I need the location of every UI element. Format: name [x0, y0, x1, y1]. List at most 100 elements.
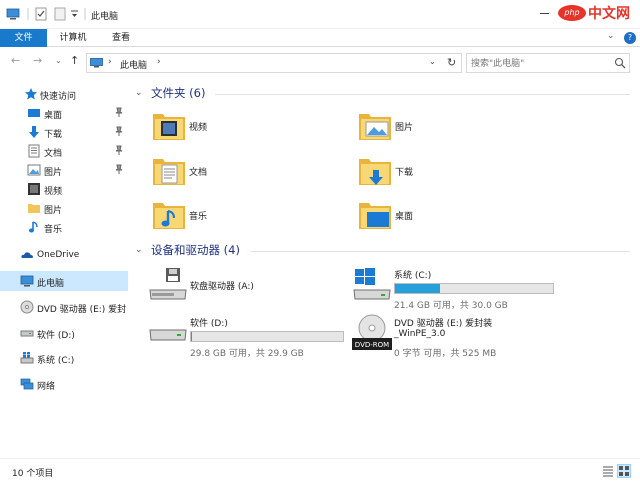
music-folder-icon: [153, 203, 185, 229]
content-area: ⌄ 文件夹 (6) 视频 图片 文档 下载 音乐 桌面 ⌄ 设备和驱动器 (4)…: [131, 80, 640, 458]
drive-name: 系统 (C:): [394, 271, 432, 281]
nav-item-quick-access[interactable]: 快速访问: [0, 84, 128, 104]
search-input[interactable]: [471, 57, 609, 70]
folder-documents[interactable]: 文档: [151, 153, 351, 197]
nav-item-this-pc[interactable]: 此电脑: [0, 271, 128, 291]
recent-locations-button[interactable]: ⌄: [55, 56, 62, 65]
drive-name-line2: _WinPE_3.0: [394, 329, 446, 339]
document-icon: [28, 144, 40, 158]
nav-item-documents[interactable]: 文档: [0, 141, 128, 161]
nav-item-desktop[interactable]: 桌面: [0, 103, 128, 123]
folders-group-header[interactable]: ⌄ 文件夹 (6): [135, 84, 635, 104]
drives-group-header[interactable]: ⌄ 设备和驱动器 (4): [135, 241, 635, 261]
window-title: 此电脑: [91, 12, 119, 22]
nav-label: 网络: [37, 382, 56, 392]
nav-item-software-drive[interactable]: 软件 (D:): [0, 323, 128, 343]
folder-videos[interactable]: 视频: [151, 108, 351, 152]
folder-icon: [28, 204, 40, 213]
download-icon: [29, 126, 39, 138]
drive-software-d[interactable]: 软件 (D:) 29.8 GB 可用，共 29.9 GB: [147, 314, 347, 362]
pin-icon[interactable]: [115, 164, 123, 175]
nav-label: 图片: [44, 206, 63, 216]
nav-label: 视频: [44, 187, 63, 197]
drive-usage-bar: [190, 331, 344, 342]
nav-item-network[interactable]: 网络: [0, 374, 128, 394]
drive-info: 0 字节 可用，共 525 MB: [394, 349, 497, 359]
nav-item-onedrive[interactable]: OneDrive: [0, 245, 128, 265]
folder-label: 图片: [395, 123, 414, 133]
collapse-chevron-icon[interactable]: ⌄: [135, 245, 143, 255]
forward-button[interactable]: →: [33, 54, 42, 67]
tab-computer[interactable]: 计算机: [50, 29, 96, 47]
downloads-folder-icon: [359, 159, 391, 185]
ribbon: 文件 计算机 查看 ⌄ ?: [0, 29, 640, 47]
tab-file[interactable]: 文件: [0, 29, 47, 47]
item-count: 10 个项目: [12, 469, 54, 479]
new-folder-icon[interactable]: [53, 7, 67, 21]
documents-folder-icon: [153, 159, 185, 185]
network-icon: [20, 378, 34, 390]
group-divider: [215, 94, 630, 95]
tab-view[interactable]: 查看: [102, 29, 140, 47]
folder-label: 文档: [189, 168, 208, 178]
watermark: php 中文网: [558, 2, 640, 26]
tiles-view-icon[interactable]: [617, 464, 631, 478]
folder-music[interactable]: 音乐: [151, 197, 351, 241]
nav-label: DVD 驱动器 (E:) 爱封: [37, 305, 127, 315]
drive-usage-fill: [395, 284, 441, 293]
address-dropdown-icon[interactable]: ⌄: [429, 57, 436, 66]
separator-icon: [27, 8, 29, 20]
nav-item-pictures[interactable]: 图片: [0, 160, 128, 180]
nav-item-system-drive[interactable]: 系统 (C:): [0, 348, 128, 368]
nav-item-dvd-drive[interactable]: DVD 驱动器 (E:) 爱封: [0, 297, 128, 317]
breadcrumb-separator[interactable]: ›: [108, 57, 112, 67]
pin-icon[interactable]: [115, 126, 123, 137]
desktop-icon: [28, 109, 40, 117]
nav-label: 音乐: [44, 225, 63, 235]
folder-pictures[interactable]: 图片: [357, 108, 557, 152]
address-bar[interactable]: › 此电脑 › ⌄ ↻: [86, 53, 462, 73]
expand-ribbon-icon[interactable]: ⌄: [607, 31, 615, 41]
minimize-button[interactable]: [540, 13, 549, 14]
breadcrumb-separator[interactable]: ›: [157, 57, 161, 67]
floppy-drive-icon: [149, 268, 187, 300]
drive-name: 软盘驱动器 (A:): [190, 282, 254, 292]
drive-system-c[interactable]: 系统 (C:) 21.4 GB 可用，共 30.0 GB: [351, 266, 571, 314]
folder-label: 视频: [189, 123, 208, 133]
nav-item-music[interactable]: 音乐: [0, 217, 128, 237]
drive-floppy-a[interactable]: 软盘驱动器 (A:): [147, 266, 347, 314]
hard-drive-icon: [149, 329, 187, 341]
pin-icon[interactable]: [115, 107, 123, 118]
back-button[interactable]: ←: [11, 54, 20, 67]
refresh-icon[interactable]: ↻: [447, 56, 456, 69]
system-drive-icon: [20, 352, 34, 364]
nav-item-downloads[interactable]: 下载: [0, 122, 128, 142]
computer-icon[interactable]: [6, 7, 20, 21]
folder-desktop[interactable]: 桌面: [357, 197, 557, 241]
nav-label: 系统 (C:): [37, 356, 75, 366]
nav-item-videos[interactable]: 视频: [0, 179, 128, 199]
nav-item-pictures-folder[interactable]: 图片: [0, 198, 128, 218]
search-box[interactable]: [466, 53, 630, 73]
music-icon: [29, 221, 38, 233]
computer-icon: [20, 275, 34, 287]
separator-icon: [84, 8, 86, 20]
collapse-chevron-icon[interactable]: ⌄: [135, 88, 143, 98]
customize-dropdown-icon[interactable]: [70, 7, 79, 21]
search-icon[interactable]: [614, 57, 626, 69]
folder-downloads[interactable]: 下载: [357, 153, 557, 197]
details-view-icon[interactable]: [602, 465, 614, 477]
breadcrumb-this-pc[interactable]: 此电脑: [120, 58, 147, 71]
help-icon[interactable]: ?: [624, 32, 636, 44]
nav-label: 快速访问: [40, 92, 77, 102]
dvd-rom-icon: DVD-ROM: [352, 314, 392, 350]
windows-drive-icon: [353, 268, 391, 300]
up-button[interactable]: ↑: [70, 54, 79, 67]
disc-label: DVD-ROM: [355, 341, 389, 349]
drive-icon: [20, 330, 34, 337]
group-title: 设备和驱动器 (4): [151, 243, 240, 257]
nav-label: OneDrive: [37, 250, 80, 260]
pin-icon[interactable]: [115, 145, 123, 156]
drive-dvd-e[interactable]: DVD-ROM DVD 驱动器 (E:) 爱封装 _WinPE_3.0 0 字节…: [351, 314, 571, 362]
properties-icon[interactable]: [34, 7, 48, 21]
